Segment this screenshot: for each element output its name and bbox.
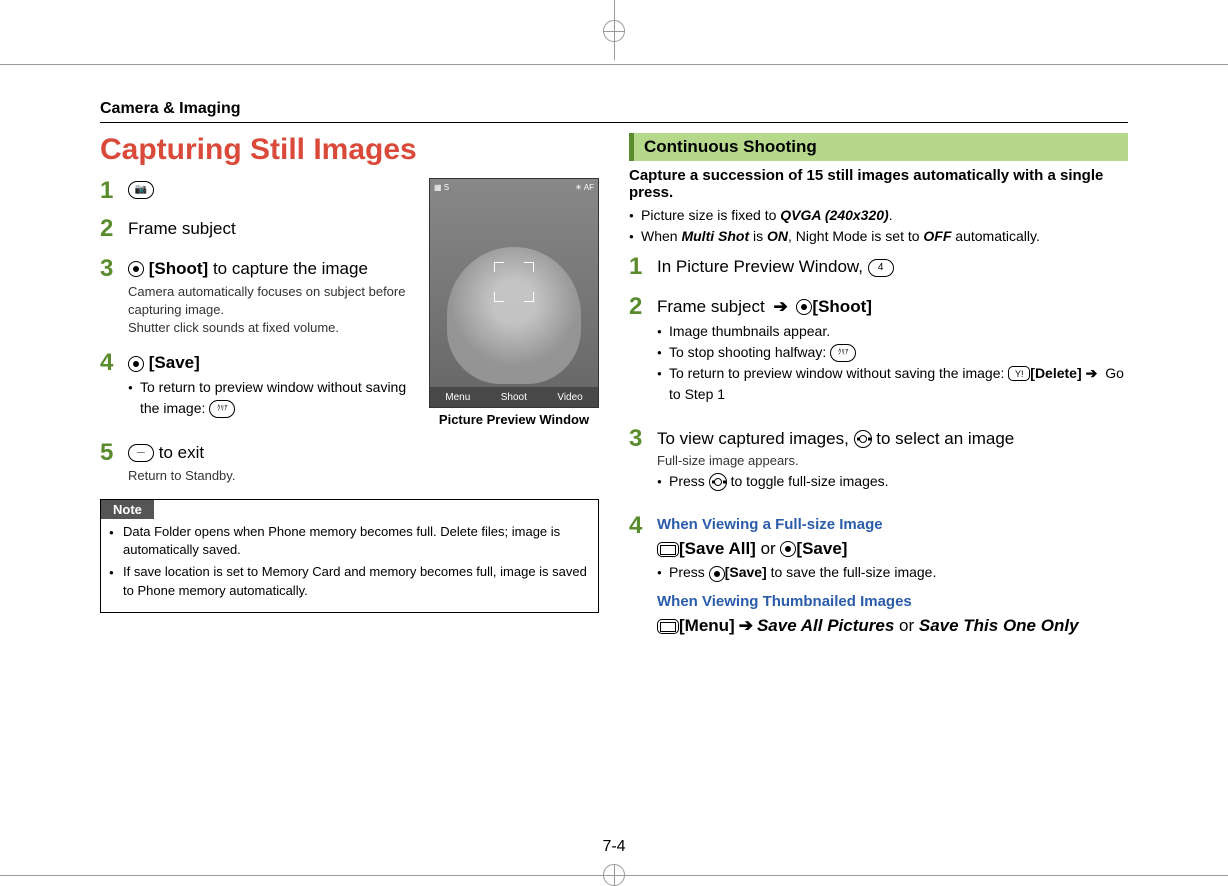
intro-bullet: When Multi Shot is ON, Night Mode is set… (629, 226, 1128, 247)
step-bullet: To stop shooting halfway: ｸﾘｱ (657, 342, 1128, 363)
left-column: Capturing Still Images 1 📷 2 Frame subje… (100, 133, 599, 654)
menu-label: [Menu] (679, 616, 735, 635)
save-label: [Save] (149, 353, 200, 372)
step-sub: Shutter click sounds at fixed volume. (128, 319, 410, 337)
mail-key-icon (657, 619, 679, 634)
step-2: 2 Frame subject (100, 217, 410, 243)
step-text: Frame subject (128, 217, 410, 241)
r-step-1: 1 In Picture Preview Window, 4 (629, 255, 1128, 281)
camera-key-icon: 📷 (128, 181, 154, 199)
page-number: 7-4 (602, 838, 625, 856)
step-sub: Full-size image appears. (657, 452, 1128, 470)
page-title: Capturing Still Images (100, 133, 599, 167)
r-step-2: 2 Frame subject ➔ [Shoot] Image thumbnai… (629, 295, 1128, 413)
note-box: Note Data Folder opens when Phone memory… (100, 499, 599, 613)
end-key-icon: ⏤ (128, 444, 154, 462)
step-bullet: Press [Save] to save the full-size image… (657, 562, 1128, 583)
softkey-left: Menu (445, 392, 470, 403)
shoot-label: [Shoot] (149, 259, 208, 278)
right-column: Continuous Shooting Capture a succession… (629, 133, 1128, 654)
step-number: 3 (629, 427, 657, 500)
nav-key-icon (709, 473, 727, 491)
step-number: 5 (100, 441, 128, 485)
center-key-icon (128, 356, 144, 372)
softkey-right: Video (557, 392, 582, 403)
preview-image: ▦ S☀ AF Menu Shoot Video (429, 178, 599, 408)
center-key-icon (780, 541, 796, 557)
center-key-icon (796, 299, 812, 315)
step-1: 1 📷 (100, 179, 410, 203)
step-number: 3 (100, 257, 128, 337)
step-5: 5 ⏤ to exit Return to Standby. (100, 441, 410, 485)
note-label: Note (101, 500, 154, 519)
mail-key-icon (657, 542, 679, 557)
save-all-label: [Save All] (679, 539, 756, 558)
step-number: 4 (629, 514, 657, 641)
menu-option: Save All Pictures (757, 616, 894, 635)
intro-text: Capture a succession of 15 still images … (629, 167, 1128, 201)
crop-register (603, 864, 625, 886)
crop-mark (0, 64, 1228, 65)
step-number: 4 (100, 351, 128, 427)
step-number: 1 (100, 179, 128, 203)
step-number: 2 (629, 295, 657, 413)
step-number: 2 (100, 217, 128, 243)
sub-heading: When Viewing Thumbnailed Images (657, 591, 1128, 612)
note-item: If save location is set to Memory Card a… (109, 563, 590, 599)
section-header: Camera & Imaging (100, 100, 1128, 123)
step-bullet: To return to preview window without savi… (128, 377, 410, 419)
crop-register (603, 20, 625, 42)
subsection-heading: Continuous Shooting (629, 133, 1128, 161)
step-text: to exit (154, 443, 204, 462)
step-bullet: Image thumbnails appear. (657, 321, 1128, 342)
sub-heading: When Viewing a Full-size Image (657, 514, 1128, 535)
step-bullet: Press to toggle full-size images. (657, 471, 1128, 492)
manual-page: Camera & Imaging Capturing Still Images … (100, 100, 1128, 654)
step-3: 3 [Shoot] to capture the image Camera au… (100, 257, 410, 337)
clear-key-icon: ｸﾘｱ (209, 400, 235, 418)
step-text: to select an image (872, 429, 1015, 448)
nav-key-icon (854, 430, 872, 448)
step-text: In Picture Preview Window, (657, 257, 868, 276)
step-text: Frame subject (657, 297, 769, 316)
shoot-label: [Shoot] (812, 297, 871, 316)
intro-bullet: Picture size is fixed to QVGA (240x320). (629, 205, 1128, 226)
center-key-icon (709, 566, 725, 582)
step-sub: Return to Standby. (128, 467, 410, 485)
note-item: Data Folder opens when Phone memory beco… (109, 523, 590, 559)
step-text: to capture the image (208, 259, 368, 278)
r-step-4: 4 When Viewing a Full-size Image [Save A… (629, 514, 1128, 641)
step-4: 4 [Save] To return to preview window wit… (100, 351, 410, 427)
menu-option: Save This One Only (919, 616, 1079, 635)
step-sub: Camera automatically focuses on subject … (128, 283, 410, 319)
step-bullet: To return to preview window without savi… (657, 363, 1128, 405)
preview-caption: Picture Preview Window (429, 412, 599, 427)
r-step-3: 3 To view captured images, to select an … (629, 427, 1128, 500)
preview-figure: ▦ S☀ AF Menu Shoot Video Picture Preview… (429, 178, 599, 427)
four-key-icon: 4 (868, 259, 894, 277)
step-text: To view captured images, (657, 429, 854, 448)
y-key-icon: Y! (1008, 366, 1030, 381)
save-label: [Save] (796, 539, 847, 558)
step-number: 1 (629, 255, 657, 281)
softkey-center: Shoot (501, 392, 527, 403)
clear-key-icon: ｸﾘｱ (830, 344, 856, 362)
center-key-icon (128, 261, 144, 277)
